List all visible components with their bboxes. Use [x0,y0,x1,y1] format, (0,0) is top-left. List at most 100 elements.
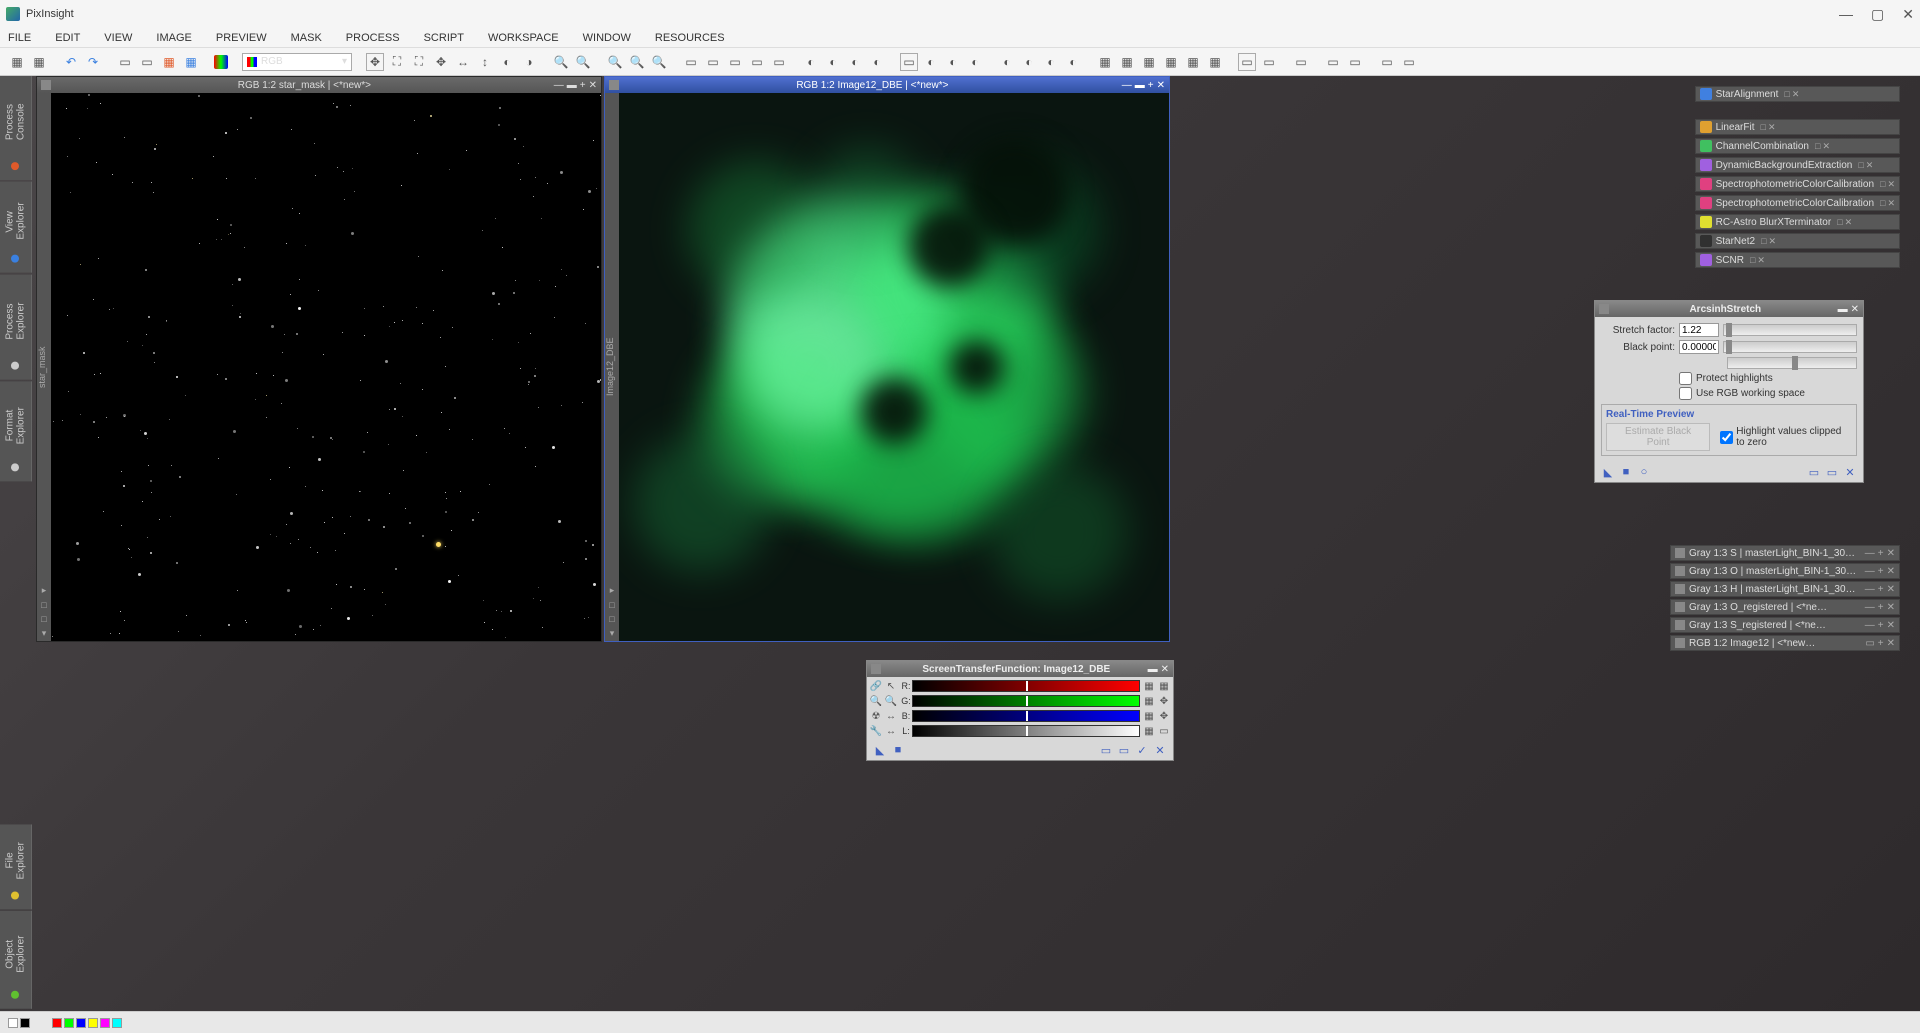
minimize-icon[interactable]: — [554,80,564,91]
tool-icon[interactable]: ▦ [1142,694,1156,708]
process-channelcombination[interactable]: ChannelCombination□✕ [1695,138,1900,154]
tool-icon[interactable]: □ [609,600,614,610]
tool-icon[interactable]: □ [41,614,46,624]
tool-icon[interactable]: ▸ [42,585,47,596]
edit-icon[interactable]: ↔ [884,724,898,738]
tb-icon[interactable]: ▭ [138,53,156,71]
tb-icon[interactable]: ⛶ [410,53,428,71]
process-spcc[interactable]: SpectrophotometricColorCalibration□✕ [1695,195,1900,211]
mini-window[interactable]: Gray 1:3 H | masterLight_BIN-1_30…—+✕ [1670,581,1900,597]
tb-icon[interactable]: ◐ [922,53,940,71]
dialog-titlebar[interactable]: ScreenTransferFunction: Image12_DBE ▬✕ [867,661,1173,677]
tb-icon[interactable]: ◐ [868,53,886,71]
close-icon[interactable]: ✕ [1157,80,1165,91]
maximize-icon[interactable]: ▢ [1871,6,1884,23]
protect-checkbox[interactable] [1679,372,1692,385]
tb-icon[interactable]: ▭ [748,53,766,71]
minimize-icon[interactable]: — [1122,80,1132,91]
tb-icon[interactable]: ▦ [1118,53,1136,71]
menu-edit[interactable]: EDIT [55,32,80,44]
tab-process-console[interactable]: Process Console [0,76,32,180]
channel-l-bar[interactable] [912,725,1140,737]
mini-window[interactable]: RGB 1:2 Image12 | <*new…▭+✕ [1670,635,1900,651]
tb-icon[interactable]: ▦ [1096,53,1114,71]
tb-open-icon[interactable]: ▦ [30,53,48,71]
tb-zoom-icon[interactable]: 🔍 [650,53,668,71]
process-spcc[interactable]: SpectrophotometricColorCalibration□✕ [1695,176,1900,192]
tool-icon[interactable]: ▦ [1142,724,1156,738]
process-staralignment[interactable]: StarAlignment□✕ [1695,86,1900,102]
image-canvas[interactable] [619,93,1169,641]
zoomout-icon[interactable]: 🔍 [884,694,898,708]
tb-icon[interactable]: ◐ [824,53,842,71]
channel-selector[interactable]: RGB ▾ [242,53,352,71]
tb-icon[interactable]: ◐ [802,53,820,71]
estimate-button[interactable]: Estimate Black Point [1606,423,1710,451]
menu-preview[interactable]: PREVIEW [216,32,267,44]
tb-icon[interactable]: ◐ [966,53,984,71]
applyglobal-icon[interactable]: ■ [1619,465,1633,479]
tb-icon[interactable]: ▭ [116,53,134,71]
newinstance-icon[interactable]: ▭ [1807,465,1821,479]
tb-icon[interactable]: ◐ [498,53,516,71]
shade-icon[interactable]: ▬ [567,80,577,91]
tab-file-explorer[interactable]: File Explorer [0,824,32,909]
menu-mask[interactable]: MASK [291,32,322,44]
shade-icon[interactable]: ▬ [1838,304,1848,315]
stretch-slider[interactable] [1723,324,1857,336]
tb-icon[interactable]: ◑ [520,53,538,71]
tb-icon[interactable]: ▦ [1206,53,1224,71]
channel-r-bar[interactable] [912,680,1140,692]
process-dbe[interactable]: DynamicBackgroundExtraction□✕ [1695,157,1900,173]
auto-icon[interactable]: ☢ [869,709,883,723]
tab-process-explorer[interactable]: Process Explorer [0,275,32,380]
tb-icon[interactable]: ↕ [476,53,494,71]
shade-icon[interactable]: ▬ [1135,80,1145,91]
tb-icon[interactable]: ▭ [1346,53,1364,71]
wrench-icon[interactable]: 🔧 [869,724,883,738]
channel-g-bar[interactable] [912,695,1140,707]
rgb-checkbox[interactable] [1679,387,1692,400]
tb-icon[interactable]: ▭ [1378,53,1396,71]
realtime-icon[interactable]: ○ [1637,465,1651,479]
mini-window[interactable]: Gray 1:3 O | masterLight_BIN-1_30…—+✕ [1670,563,1900,579]
black-slider[interactable] [1723,341,1857,353]
tb-icon[interactable]: ▭ [726,53,744,71]
tool-icon[interactable]: ▭ [1157,724,1171,738]
tab-view-explorer[interactable]: View Explorer [0,182,32,273]
tb-redo-icon[interactable]: ↷ [84,53,102,71]
tool-icon[interactable]: ▸ [610,585,615,596]
menu-image[interactable]: IMAGE [156,32,191,44]
tb-icon[interactable]: ◐ [1064,53,1082,71]
close-icon[interactable]: ✕ [1161,664,1169,675]
tab-object-explorer[interactable]: Object Explorer [0,911,32,1009]
tool-icon[interactable]: ▾ [42,628,47,639]
tool-icon[interactable]: □ [41,600,46,610]
tool-icon[interactable]: ▭ [1099,743,1113,757]
docs-icon[interactable]: ▭ [1825,465,1839,479]
tool-icon[interactable]: ▦ [1142,679,1156,693]
tab-format-explorer[interactable]: Format Explorer [0,381,32,481]
tb-icon[interactable]: ▦ [182,53,200,71]
mini-window[interactable]: Gray 1:3 O_registered | <*ne…—+✕ [1670,599,1900,615]
tb-icon[interactable]: ◐ [1020,53,1038,71]
maximize-icon[interactable]: + [580,80,586,91]
applyglobal-icon[interactable]: ■ [891,743,905,757]
tb-undo-icon[interactable]: ↶ [62,53,80,71]
tb-zoom-icon[interactable]: 🔍 [628,53,646,71]
tb-icon[interactable]: ◐ [1042,53,1060,71]
tool-icon[interactable]: ▦ [1157,679,1171,693]
maximize-icon[interactable]: + [1148,80,1154,91]
process-starnet2[interactable]: StarNet2□✕ [1695,233,1900,249]
tb-icon[interactable]: ▦ [1162,53,1180,71]
tb-icon[interactable]: ▭ [1238,53,1256,71]
tb-icon[interactable]: ↔ [454,53,472,71]
tb-icon[interactable]: ✥ [432,53,450,71]
image-window-titlebar[interactable]: RGB 1:2 star_mask | <*new*> — ▬ + ✕ [37,77,601,93]
image-window-titlebar[interactable]: RGB 1:2 Image12_DBE | <*new*> — ▬ + ✕ [605,77,1169,93]
link-icon[interactable]: 🔗 [869,679,883,693]
tb-move-icon[interactable]: ✥ [366,53,384,71]
tool-icon[interactable]: ▦ [1142,709,1156,723]
tb-icon[interactable]: ▭ [1292,53,1310,71]
tb-icon[interactable]: ◐ [944,53,962,71]
